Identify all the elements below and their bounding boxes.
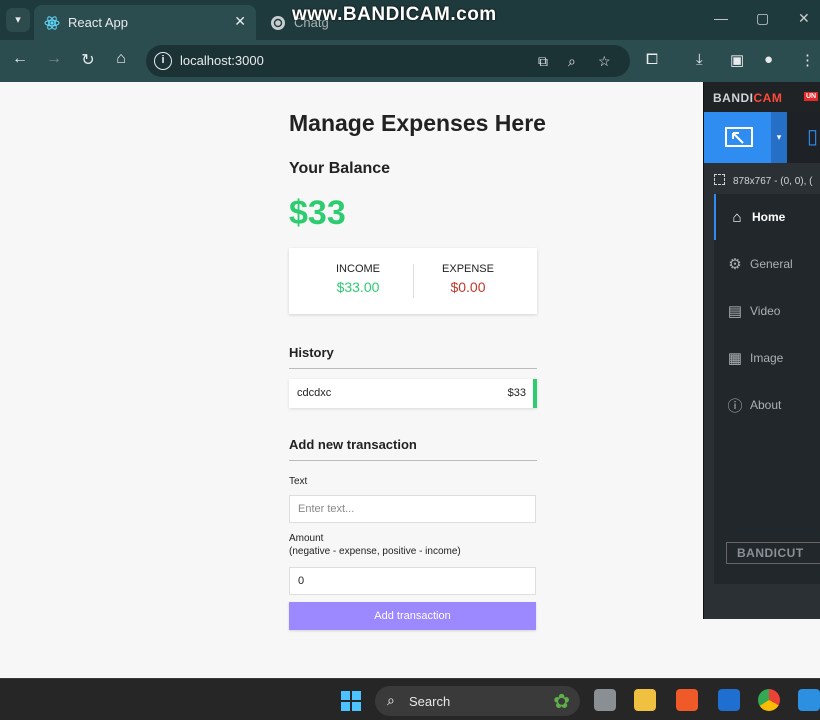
- balance-amount: $33: [289, 194, 346, 232]
- extensions-icon[interactable]: ⧠: [646, 51, 658, 68]
- add-transaction-button[interactable]: Add transaction: [289, 602, 536, 630]
- amount-hint: (negative - expense, positive - income): [289, 546, 461, 557]
- balance-label: Your Balance: [289, 160, 391, 177]
- income-expense-card: INCOME $33.00 EXPENSE $0.00: [289, 248, 537, 314]
- mode-dropdown-icon[interactable]: ▾: [771, 112, 787, 163]
- windows-start-icon[interactable]: [341, 691, 361, 711]
- amount-input[interactable]: [289, 567, 536, 595]
- list-item[interactable]: cdcdxc $33: [289, 379, 537, 408]
- transaction-text: cdcdxc: [297, 387, 332, 399]
- text-label: Text: [289, 476, 308, 487]
- add-transaction-heading: Add new transaction: [289, 437, 537, 461]
- react-icon: [44, 15, 60, 31]
- download-icon[interactable]: ⤓: [696, 51, 703, 68]
- address-bar[interactable]: i localhost:3000 ⧉ ⌕ ☆: [146, 45, 630, 77]
- expense-column: EXPENSE $0.00: [406, 263, 530, 295]
- capture-area-info: 878x767 - (0, 0), (: [714, 174, 812, 187]
- income-amount: $33.00: [336, 279, 380, 295]
- tab-search-button[interactable]: ▾: [6, 8, 30, 32]
- info-icon: ⓘ: [727, 397, 743, 415]
- bandicam-watermark: www.BANDICAM.com: [292, 4, 497, 25]
- bookmark-star-icon[interactable]: ☆: [598, 53, 611, 70]
- reload-icon[interactable]: ↻: [77, 50, 99, 70]
- close-tab-icon[interactable]: ✕: [234, 13, 246, 30]
- bandicam-window: BANDICAM UN ▾ ▯ 878x767 - (0, 0), ( ⌂ Hom…: [703, 82, 820, 619]
- vscode-icon[interactable]: [798, 689, 820, 711]
- image-settings-icon: ▦: [727, 350, 743, 367]
- bandicam-nav-home[interactable]: ⌂ Home: [714, 194, 820, 240]
- screen: ▾ React App ✕ Chatg www.BANDICAM.com — ▢…: [0, 0, 820, 720]
- fullscreen-mode-button[interactable]: ▯: [787, 112, 820, 163]
- file-explorer-icon[interactable]: [634, 689, 656, 711]
- screen-mode-button[interactable]: [704, 112, 771, 163]
- transaction-amount: $33: [507, 387, 526, 399]
- history-heading: History: [289, 345, 537, 369]
- text-input[interactable]: [289, 495, 536, 523]
- profile-icon[interactable]: ●: [764, 51, 773, 68]
- bandicam-nav: ⌂ Home ⚙ General ▤ Video ▦ Image ⓘ About: [714, 194, 820, 584]
- amount-label: Amount (negative - expense, positive - i…: [289, 532, 461, 558]
- maximize-icon[interactable]: ▢: [756, 10, 769, 27]
- income-column: INCOME $33.00: [296, 263, 420, 295]
- screen-rectangle-icon: [725, 127, 753, 147]
- selection-icon: [714, 174, 725, 185]
- web-page: Manage Expenses Here Your Balance $33 IN…: [0, 82, 704, 678]
- site-info-icon[interactable]: i: [154, 52, 172, 70]
- close-window-icon[interactable]: ✕: [798, 10, 810, 27]
- bandicam-header: BANDICAM UN: [704, 82, 820, 112]
- search-label: Search: [409, 694, 451, 709]
- bandicam-logo: BANDICAM: [713, 91, 783, 105]
- chatgpt-icon: [270, 15, 286, 31]
- chrome-icon[interactable]: [758, 689, 780, 711]
- unregistered-badge: UN: [804, 92, 819, 101]
- page-title: Manage Expenses Here: [289, 110, 546, 136]
- taskbar-search[interactable]: ⌕ Search ✿: [375, 686, 580, 716]
- income-label: INCOME: [336, 263, 380, 275]
- amount-label-text: Amount: [289, 533, 324, 544]
- minimize-icon[interactable]: —: [714, 10, 728, 26]
- expense-label: EXPENSE: [442, 263, 494, 275]
- forward-icon[interactable]: →: [43, 50, 65, 68]
- expense-amount: $0.00: [450, 279, 486, 295]
- install-app-icon[interactable]: ⧉: [538, 53, 548, 70]
- search-highlight-icon: ✿: [553, 691, 570, 713]
- home-icon[interactable]: ⌂: [110, 50, 132, 68]
- tab-title: React App: [68, 15, 128, 30]
- home-icon: ⌂: [732, 208, 742, 226]
- bandicam-nav-image[interactable]: ▦ Image: [714, 335, 820, 381]
- browser-tabbar: ▾ React App ✕ Chatg www.BANDICAM.com — ▢…: [0, 0, 820, 40]
- gear-icon: ⚙: [728, 256, 742, 273]
- bandicam-nav-general[interactable]: ⚙ General: [714, 241, 820, 287]
- windows-taskbar: ⌕ Search ✿: [0, 678, 820, 720]
- brave-browser-icon[interactable]: [676, 689, 698, 711]
- video-settings-icon: ▤: [727, 303, 743, 320]
- search-icon: ⌕: [387, 692, 395, 708]
- bandicam-nav-about[interactable]: ⓘ About: [714, 382, 820, 428]
- microsoft-store-icon[interactable]: [718, 689, 740, 711]
- task-view-icon[interactable]: [594, 689, 616, 711]
- side-panel-icon[interactable]: ▣: [730, 51, 744, 69]
- url-text: localhost:3000: [180, 53, 264, 68]
- bandicut-button[interactable]: BANDICUT: [726, 542, 820, 564]
- bandicam-nav-video[interactable]: ▤ Video: [714, 288, 820, 334]
- back-icon[interactable]: ←: [9, 50, 31, 68]
- menu-icon[interactable]: ⋮: [800, 51, 815, 69]
- zoom-icon[interactable]: ⌕: [568, 53, 576, 70]
- tab-react-app[interactable]: React App ✕: [34, 5, 256, 40]
